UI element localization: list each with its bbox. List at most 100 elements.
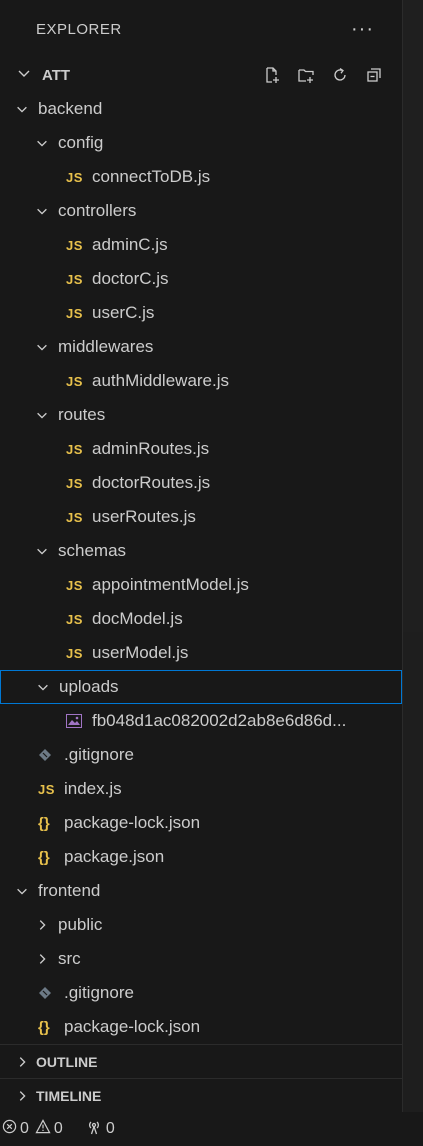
error-icon	[2, 1119, 17, 1139]
tree-item-label: .gitignore	[64, 745, 134, 764]
outline-section[interactable]: OUTLINE	[0, 1044, 402, 1078]
folder-config[interactable]: config	[0, 126, 402, 160]
file-adminc-js[interactable]: JS adminC.js	[0, 228, 402, 262]
warning-icon	[35, 1119, 51, 1139]
timeline-section[interactable]: TIMELINE	[0, 1078, 402, 1112]
tree-item-label: config	[58, 133, 104, 152]
chevron-right-icon	[34, 917, 50, 933]
tree-item-label: doctorC.js	[92, 269, 169, 288]
folder-src[interactable]: src	[0, 942, 402, 976]
tree-item-label: userC.js	[92, 303, 155, 322]
file-package-json[interactable]: {} package.json	[0, 840, 402, 874]
json-file-icon: {}	[38, 814, 50, 832]
folder-routes[interactable]: routes	[0, 398, 402, 432]
chevron-down-icon	[34, 339, 50, 355]
folder-backend[interactable]: backend	[0, 92, 402, 126]
gitignore-icon	[38, 748, 58, 762]
file-docmodel-js[interactable]: JS docModel.js	[0, 602, 402, 636]
explorer-panel: EXPLORER ··· ATT backend config JS conne…	[0, 0, 403, 1146]
javascript-file-icon: JS	[66, 577, 83, 593]
javascript-file-icon: JS	[66, 373, 83, 389]
file-appointmentmodel-js[interactable]: JS appointmentModel.js	[0, 568, 402, 602]
json-file-icon: {}	[38, 1018, 50, 1036]
folder-frontend[interactable]: frontend	[0, 874, 402, 908]
tree-item-label: index.js	[64, 779, 122, 798]
timeline-label: TIMELINE	[36, 1087, 102, 1104]
chevron-down-icon	[16, 65, 36, 86]
file-connecttodb-js[interactable]: JS connectToDB.js	[0, 160, 402, 194]
chevron-right-icon	[14, 1088, 30, 1104]
file-package-lock-json[interactable]: {} package-lock.json	[0, 1010, 402, 1042]
ports-status[interactable]: 0	[85, 1119, 115, 1140]
tree-item-label: package.json	[64, 847, 165, 866]
javascript-file-icon: JS	[66, 305, 83, 321]
tree-item-label: connectToDB.js	[92, 167, 211, 186]
javascript-file-icon: JS	[66, 645, 83, 661]
explorer-header: EXPLORER ···	[0, 0, 402, 58]
chevron-down-icon	[35, 679, 51, 695]
tree-item-label: public	[58, 915, 103, 934]
tree-item-label: package-lock.json	[64, 1017, 201, 1036]
javascript-file-icon: JS	[38, 781, 55, 797]
chevron-down-icon	[14, 883, 30, 899]
editor-area-edge	[403, 632, 423, 1146]
folder-uploads[interactable]: uploads	[0, 670, 402, 704]
file-gitignore[interactable]: .gitignore	[0, 738, 402, 772]
tree-item-label: appointmentModel.js	[92, 575, 249, 594]
tree-item-label: backend	[38, 99, 103, 118]
new-folder-icon[interactable]	[296, 65, 316, 85]
javascript-file-icon: JS	[66, 509, 83, 525]
file-userc-js[interactable]: JS userC.js	[0, 296, 402, 330]
errors-status[interactable]: 0	[2, 1119, 29, 1139]
file-package-lock-json[interactable]: {} package-lock.json	[0, 806, 402, 840]
folder-schemas[interactable]: schemas	[0, 534, 402, 568]
tree-item-label: controllers	[58, 201, 137, 220]
tree-item-label: adminRoutes.js	[92, 439, 210, 458]
more-actions-button[interactable]: ···	[351, 18, 374, 41]
tree-item-label: src	[58, 949, 81, 968]
tree-item-label: package-lock.json	[64, 813, 201, 832]
chevron-right-icon	[14, 1054, 30, 1070]
refresh-icon[interactable]	[330, 65, 350, 85]
file-userroutes-js[interactable]: JS userRoutes.js	[0, 500, 402, 534]
tree-item-label: fb048d1ac082002d2ab8e6d86d...	[92, 711, 347, 730]
folder-public[interactable]: public	[0, 908, 402, 942]
json-file-icon: {}	[38, 848, 50, 866]
chevron-down-icon	[34, 543, 50, 559]
tree-item-label: adminC.js	[92, 235, 168, 254]
chevron-down-icon	[34, 135, 50, 151]
warnings-count: 0	[53, 1120, 63, 1137]
chevron-down-icon	[34, 203, 50, 219]
file-doctorroutes-js[interactable]: JS doctorRoutes.js	[0, 466, 402, 500]
outline-label: OUTLINE	[36, 1053, 98, 1070]
tree-item-label: frontend	[38, 881, 101, 900]
file-tree: backend config JS connectToDB.js controllers…	[0, 92, 402, 1042]
image-file-icon	[66, 714, 86, 728]
file-doctorc-js[interactable]: JS doctorC.js	[0, 262, 402, 296]
file-gitignore[interactable]: .gitignore	[0, 976, 402, 1010]
new-file-icon[interactable]	[262, 65, 282, 85]
chevron-right-icon	[34, 951, 50, 967]
explorer-title: EXPLORER	[36, 20, 122, 38]
folder-controllers[interactable]: controllers	[0, 194, 402, 228]
tree-item-label: docModel.js	[92, 609, 183, 628]
gitignore-icon	[38, 986, 58, 1000]
editor-edge	[403, 0, 423, 1146]
file-authmiddleware-js[interactable]: JS authMiddleware.js	[0, 364, 402, 398]
file-usermodel-js[interactable]: JS userModel.js	[0, 636, 402, 670]
file-index-js[interactable]: JS index.js	[0, 772, 402, 806]
javascript-file-icon: JS	[66, 611, 83, 627]
workspace-root-name: ATT	[42, 66, 71, 84]
collapse-all-icon[interactable]	[364, 65, 384, 85]
tree-item-label: routes	[58, 405, 106, 424]
folder-middlewares[interactable]: middlewares	[0, 330, 402, 364]
tree-item-label: authMiddleware.js	[92, 371, 230, 390]
tree-item-label: .gitignore	[64, 983, 134, 1002]
file-fb048d1ac082002d2ab8e6d86d[interactable]: fb048d1ac082002d2ab8e6d86d...	[0, 704, 402, 738]
status-bar: 0 0 0	[0, 1112, 423, 1146]
tree-item-label: uploads	[59, 677, 119, 696]
ports-count: 0	[105, 1120, 115, 1137]
workspace-root[interactable]: ATT	[0, 58, 402, 92]
file-adminroutes-js[interactable]: JS adminRoutes.js	[0, 432, 402, 466]
warnings-status[interactable]: 0	[35, 1119, 63, 1139]
